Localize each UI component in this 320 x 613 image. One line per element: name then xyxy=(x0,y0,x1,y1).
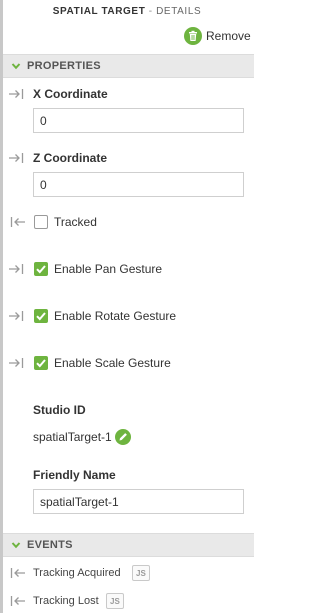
event-js-button[interactable]: JS xyxy=(132,565,150,581)
event-tracking-lost-label: Tracking Lost xyxy=(33,595,99,607)
event-tracking-acquired-label: Tracking Acquired xyxy=(33,567,121,579)
checkmark-icon xyxy=(36,265,46,274)
enable-pan-gesture-checkbox[interactable] xyxy=(34,262,48,276)
enable-scale-gesture-label: Enable Scale Gesture xyxy=(54,356,171,370)
details-panel: SPATIAL TARGET - DETAILS Remove PROPERTI… xyxy=(0,0,254,613)
panel-left-edge xyxy=(0,0,3,613)
enable-pan-gesture-label: Enable Pan Gesture xyxy=(54,262,163,276)
properties-section-header[interactable]: PROPERTIES xyxy=(3,54,254,78)
x-coordinate-input[interactable] xyxy=(33,108,244,133)
checkmark-icon xyxy=(36,359,46,368)
bind-out-arrow-icon[interactable] xyxy=(8,567,26,579)
chevron-down-icon xyxy=(11,63,21,70)
events-section-header[interactable]: EVENTS xyxy=(3,533,254,557)
z-coordinate-label: Z Coordinate xyxy=(33,151,107,165)
friendly-name-label: Friendly Name xyxy=(33,468,116,482)
studio-id-value: spatialTarget-1 xyxy=(33,430,112,444)
bind-in-arrow-icon[interactable] xyxy=(8,357,26,369)
x-coordinate-label: X Coordinate xyxy=(33,87,108,101)
bind-in-arrow-icon[interactable] xyxy=(8,88,26,100)
studio-id-label: Studio ID xyxy=(33,403,86,417)
remove-button[interactable]: Remove xyxy=(184,26,251,46)
bind-in-arrow-icon[interactable] xyxy=(8,152,26,164)
panel-title: SPATIAL TARGET - DETAILS xyxy=(0,6,254,17)
title-details: DETAILS xyxy=(156,6,202,17)
events-section-label: EVENTS xyxy=(27,539,73,551)
enable-rotate-gesture-label: Enable Rotate Gesture xyxy=(54,309,177,323)
title-separator: - xyxy=(145,6,157,17)
enable-rotate-gesture-checkbox[interactable] xyxy=(34,309,48,323)
enable-scale-gesture-checkbox[interactable] xyxy=(34,356,48,370)
remove-label: Remove xyxy=(206,29,251,43)
tracked-label: Tracked xyxy=(54,215,97,229)
trash-icon xyxy=(184,27,202,45)
title-widget-type: SPATIAL TARGET xyxy=(52,6,146,17)
checkmark-icon xyxy=(36,312,46,321)
properties-section-label: PROPERTIES xyxy=(27,60,101,72)
z-coordinate-input[interactable] xyxy=(33,172,244,197)
bind-out-arrow-icon[interactable] xyxy=(8,595,26,607)
pencil-icon[interactable] xyxy=(115,429,131,445)
bind-out-arrow-icon[interactable] xyxy=(8,216,26,228)
event-js-button[interactable]: JS xyxy=(106,593,124,609)
friendly-name-input[interactable] xyxy=(33,489,244,514)
chevron-down-icon xyxy=(11,542,21,549)
tracked-checkbox[interactable] xyxy=(34,215,48,229)
bind-in-arrow-icon[interactable] xyxy=(8,263,26,275)
bind-in-arrow-icon[interactable] xyxy=(8,310,26,322)
